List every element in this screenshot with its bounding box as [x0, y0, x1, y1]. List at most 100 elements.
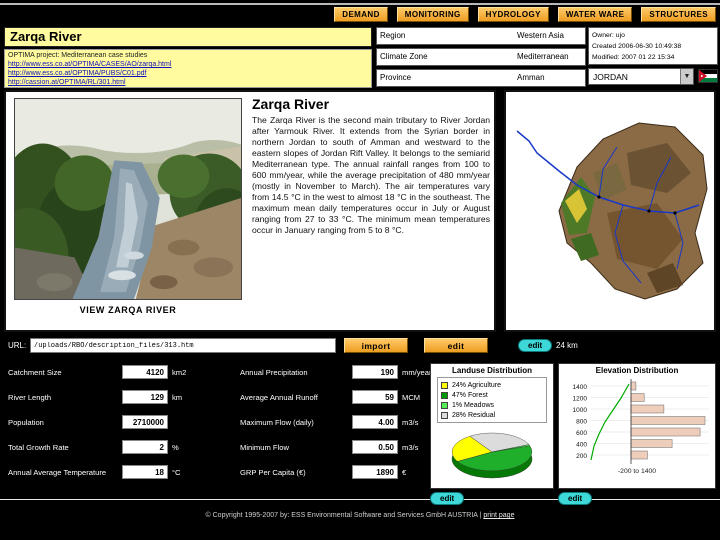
landuse-title: Landuse Distribution [452, 366, 532, 375]
param-value: 129 [122, 390, 168, 404]
forest-swatch-icon [441, 391, 448, 399]
footer-separator: | [479, 512, 482, 519]
page-title: Zarqa River [4, 27, 372, 47]
param-value: 0.50 [352, 440, 398, 454]
param-value: 2 [122, 440, 168, 454]
agriculture-swatch-icon [441, 381, 448, 389]
footer: © Copyright 1995-2007 by: ESS Environmen… [0, 512, 720, 519]
reference-link[interactable]: http://www.ess.co.at/OPTIMA/PUBS/C01.pdf [8, 69, 368, 78]
modified-text: Modified: 2007 01 22 15:34 [592, 54, 675, 61]
reference-link[interactable]: OPTIMA project: Mediterranean case studi… [8, 51, 368, 60]
param-unit: MCM [402, 393, 421, 402]
legend-label: 1% Meadows [452, 401, 495, 409]
param-unit: € [402, 468, 407, 477]
param-value: 1890 [352, 465, 398, 479]
landuse-edit-button[interactable]: edit [430, 492, 465, 505]
svg-text:400: 400 [576, 442, 587, 449]
residual-swatch-icon [441, 411, 448, 419]
legend-item: 24% Agriculture [441, 380, 543, 390]
reference-links: OPTIMA project: Mediterranean case studi… [4, 49, 372, 88]
param-label: Annual Precipitation [240, 368, 308, 377]
param-unit: mm/year [402, 368, 432, 377]
owner-text: Owner: ujo [592, 32, 625, 39]
top-nav: DEMAND MONITORING HYDROLOGY WATER WARE S… [334, 7, 716, 22]
top-divider [0, 3, 720, 5]
record-info: Owner: ujo Created 2006-06-30 10:49:38 M… [588, 27, 718, 65]
field-label: Climate Zone [380, 52, 428, 61]
nav-button-demand[interactable]: DEMAND [334, 7, 388, 22]
map-edit-button[interactable]: edit [518, 339, 553, 352]
map-scale-label: 24 km [556, 341, 578, 350]
url-edit-button[interactable]: edit [424, 338, 488, 353]
elevation-bar-chart: 1400 1200 1000 800 600 400 200 [573, 379, 709, 464]
photo-caption-link[interactable]: VIEW ZARQA RIVER [14, 305, 242, 315]
param-unit: m3/s [402, 443, 419, 452]
field-label: Region [380, 31, 406, 40]
param-value: 4.00 [352, 415, 398, 429]
param-value: 2710000 [122, 415, 168, 429]
legend-label: 24% Agriculture [452, 381, 502, 389]
reference-link[interactable]: http://www.ess.co.at/OPTIMA/CASES/AO/zar… [8, 60, 368, 69]
url-label: URL: [8, 341, 27, 350]
catchment-map-image[interactable] [507, 93, 713, 329]
param-label: Catchment Size [8, 368, 62, 377]
param-label: Population [8, 418, 44, 427]
legend-item: 1% Meadows [441, 400, 543, 410]
param-unit: km2 [172, 368, 187, 377]
jordan-flag-icon [698, 69, 718, 83]
param-unit: °C [172, 468, 181, 477]
reference-link[interactable]: http://cassion.at/OPTIMA/RL/301.html [8, 78, 368, 87]
chevron-down-icon: ▼ [680, 69, 693, 84]
elevation-x-axis-note: -200 to 1400 [617, 468, 657, 475]
description-panel: VIEW ZARQA RIVER Zarqa River The Zarqa R… [4, 90, 496, 332]
print-page-link[interactable]: print page [483, 512, 514, 519]
param-value: 59 [352, 390, 398, 404]
landuse-legend: 24% Agriculture 47% Forest 1% Meadows 28… [437, 377, 547, 423]
created-text: Created 2006-06-30 10:49:38 [592, 43, 682, 50]
svg-text:1400: 1400 [573, 384, 588, 391]
meadows-swatch-icon [441, 401, 448, 409]
nav-button-structures[interactable]: STRUCTURES [641, 7, 716, 22]
url-input[interactable] [30, 338, 336, 353]
field-region: Region Western Asia [376, 27, 586, 45]
field-value: Amman [517, 73, 545, 82]
footer-divider [0, 499, 720, 500]
legend-label: 47% Forest [452, 391, 488, 399]
param-value: 18 [122, 465, 168, 479]
field-province: Province Amman [376, 69, 586, 87]
param-unit: km [172, 393, 183, 402]
svg-text:200: 200 [576, 453, 587, 460]
nav-button-monitoring[interactable]: MONITORING [396, 7, 469, 22]
elevation-panel: Elevation Distribution 1400 1200 1000 800 60… [558, 363, 716, 489]
param-label: Average Annual Runoff [240, 393, 318, 402]
field-climate-zone: Climate Zone Mediterranean [376, 48, 586, 66]
param-label: Total Growth Rate [8, 443, 69, 452]
elevation-title: Elevation Distribution [595, 366, 679, 375]
param-unit: m3/s [402, 418, 419, 427]
param-label: GRP Per Capita (€) [240, 468, 306, 477]
landuse-pie-chart [451, 432, 533, 479]
river-photo-image[interactable] [14, 98, 242, 300]
copyright-text: © Copyright 1995-2007 by: ESS Environmen… [205, 512, 478, 519]
param-unit: % [172, 443, 179, 452]
import-button[interactable]: import [344, 338, 408, 353]
country-select[interactable]: JORDAN ▼ [588, 68, 694, 85]
legend-label: 28% Residual [452, 411, 496, 419]
landuse-panel: Landuse Distribution 24% Agriculture 47%… [430, 363, 554, 489]
nav-button-waterware[interactable]: WATER WARE [557, 7, 633, 22]
waterware-page: DEMAND MONITORING HYDROLOGY WATER WARE S… [0, 0, 720, 540]
legend-item: 28% Residual [441, 410, 543, 420]
description-title: Zarqa River [252, 96, 330, 112]
svg-text:1200: 1200 [573, 396, 588, 403]
nav-button-hydrology[interactable]: HYDROLOGY [477, 7, 549, 22]
description-text: The Zarqa River is the second main tribu… [252, 115, 490, 235]
param-value: 190 [352, 365, 398, 379]
country-select-value: JORDAN [593, 72, 628, 82]
svg-text:1000: 1000 [573, 407, 588, 414]
field-value: Mediterranean [517, 52, 569, 61]
param-label: Maximum Flow (daily) [240, 418, 314, 427]
param-label: River Length [8, 393, 52, 402]
map-panel [504, 90, 716, 332]
legend-item: 47% Forest [441, 390, 543, 400]
elevation-edit-button[interactable]: edit [558, 492, 593, 505]
